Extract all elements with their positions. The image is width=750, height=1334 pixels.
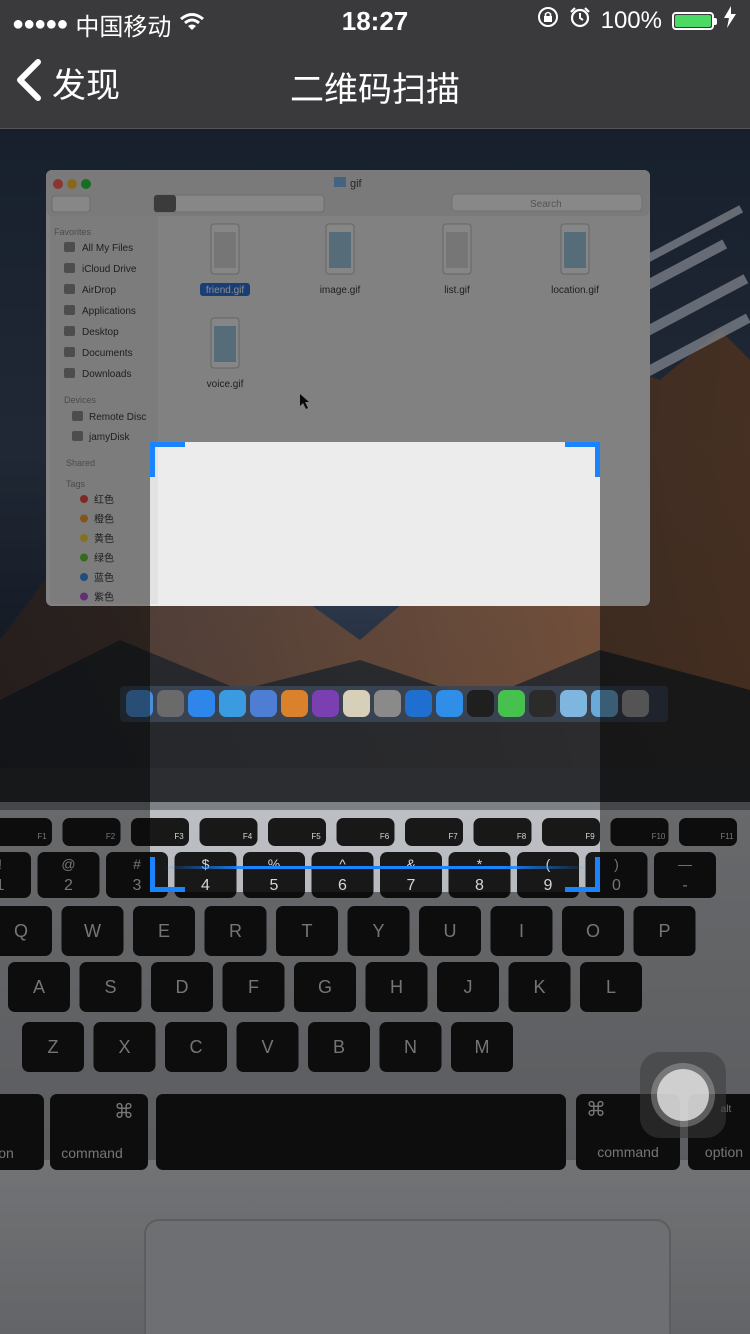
scan-corner-top-right	[565, 442, 600, 477]
assistive-touch-icon	[657, 1069, 709, 1121]
scan-corner-bottom-left	[150, 857, 185, 892]
scan-line	[162, 866, 588, 869]
scan-mask-bottom	[0, 892, 750, 1334]
battery-icon	[672, 11, 717, 30]
status-bar: ●●●●● 中国移动 18:27 100%	[0, 0, 750, 41]
status-right: 100%	[537, 6, 736, 35]
scan-corner-top-left	[150, 442, 185, 477]
scan-mask-left	[0, 442, 150, 892]
battery-level	[675, 14, 711, 27]
assistive-touch-button[interactable]	[640, 1052, 726, 1138]
charging-bolt-icon	[724, 6, 736, 35]
alarm-icon	[569, 6, 591, 35]
nav-bar: 发现 二维码扫描	[0, 40, 750, 129]
scan-frame	[150, 442, 600, 892]
battery-percent: 100%	[600, 6, 662, 34]
scan-mask-right	[600, 442, 750, 892]
scan-corner-bottom-right	[565, 857, 600, 892]
scan-mask-top	[0, 128, 750, 442]
page-title: 二维码扫描	[290, 71, 460, 109]
orientation-lock-icon	[537, 6, 559, 35]
